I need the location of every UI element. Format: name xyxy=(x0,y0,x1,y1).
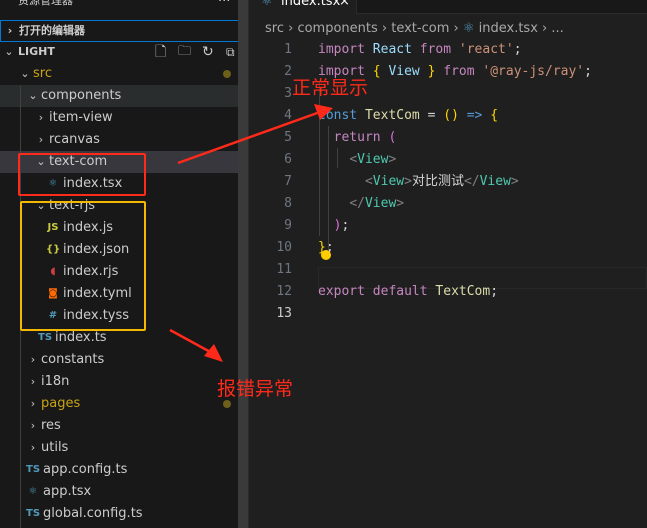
arrow-head xyxy=(204,344,223,362)
normal-display-note: 正常显示 xyxy=(292,77,369,99)
arrow-line xyxy=(169,328,215,356)
error-note: 报错异常 xyxy=(217,378,294,400)
arrow-line xyxy=(177,110,321,165)
